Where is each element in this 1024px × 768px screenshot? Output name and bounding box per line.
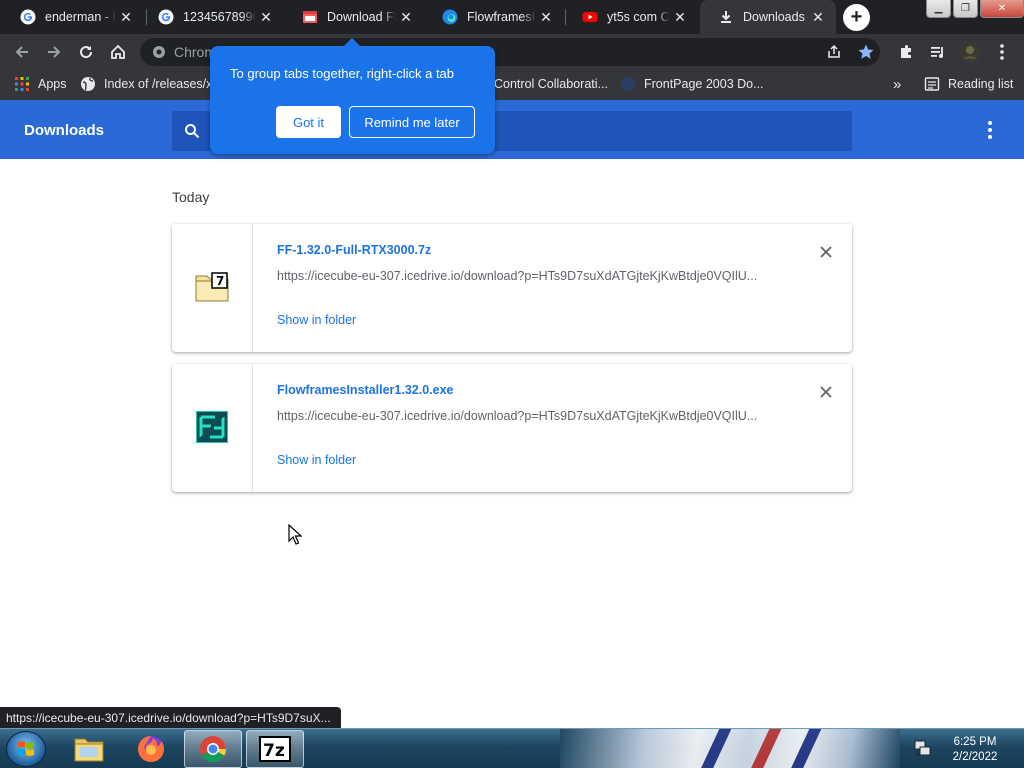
minimize-button[interactable]: ▁ bbox=[926, 0, 951, 18]
google-icon bbox=[20, 9, 36, 25]
tab-title: Download Flo bbox=[327, 10, 396, 24]
extensions-icon[interactable] bbox=[894, 40, 918, 64]
chrome-icon[interactable] bbox=[184, 730, 242, 768]
tab-title: yt5s com Cine bbox=[607, 10, 670, 24]
tab-title: Downloads bbox=[743, 10, 805, 24]
clock-date: 2/2/2022 bbox=[952, 751, 998, 763]
bookmark-index-releases[interactable]: Index of /releases/x... bbox=[80, 70, 223, 98]
media-control-icon[interactable] bbox=[926, 40, 950, 64]
reading-list-icon bbox=[924, 76, 940, 92]
more-options-icon[interactable] bbox=[980, 118, 1000, 142]
page-title: Downloads bbox=[24, 122, 105, 139]
window-controls: ▁ ❐ ✕ bbox=[924, 0, 1024, 18]
svg-text:7: 7 bbox=[216, 274, 224, 288]
got-it-button[interactable]: Got it bbox=[276, 106, 341, 138]
tab-downloads[interactable]: Downloads ✕ bbox=[700, 0, 836, 34]
youtube-icon bbox=[582, 9, 598, 25]
clock-time: 6:25 PM bbox=[953, 736, 997, 748]
close-tab-icon[interactable]: ✕ bbox=[536, 9, 556, 26]
chrome-site-icon bbox=[152, 45, 166, 59]
tab-yt5s[interactable]: yt5s com Cine ✕ bbox=[564, 0, 698, 34]
flowframes-app-icon bbox=[195, 409, 229, 446]
close-tab-icon[interactable]: ✕ bbox=[808, 9, 828, 26]
windows-taskbar: 7z 6:25 PM 2/2/2022 bbox=[0, 728, 1024, 768]
remove-download-icon[interactable] bbox=[816, 382, 836, 402]
remind-me-later-button[interactable]: Remind me later bbox=[349, 106, 475, 138]
tab-numbers[interactable]: 123456789901 ✕ bbox=[140, 0, 284, 34]
start-button[interactable] bbox=[6, 731, 46, 767]
date-section-heading: Today bbox=[172, 189, 210, 205]
tab-title: 123456789901 bbox=[183, 10, 256, 24]
store-icon bbox=[302, 9, 318, 25]
close-window-button[interactable]: ✕ bbox=[980, 0, 1024, 18]
restore-button[interactable]: ❐ bbox=[953, 0, 978, 18]
download-icon bbox=[718, 9, 734, 25]
file-icon-column: 7 bbox=[172, 224, 253, 352]
chrome-menu-icon[interactable] bbox=[990, 40, 1014, 64]
close-tab-icon[interactable]: ✕ bbox=[256, 9, 276, 26]
edge-icon bbox=[442, 9, 458, 25]
downloads-header: Downloads bbox=[0, 100, 1024, 159]
explorer-icon[interactable] bbox=[60, 730, 118, 768]
7z-archive-icon: 7 bbox=[195, 271, 229, 305]
bubble-arrow bbox=[344, 38, 360, 46]
bookmark-label: Apps bbox=[38, 77, 67, 91]
bookmarks-bar: Apps Index of /releases/x... Control Col… bbox=[0, 70, 1024, 100]
bookmark-label: Index of /releases/x... bbox=[104, 77, 223, 91]
search-icon bbox=[184, 123, 200, 139]
close-tab-icon[interactable]: ✕ bbox=[116, 9, 136, 26]
download-url[interactable]: https://icecube-eu-307.icedrive.io/downl… bbox=[277, 409, 777, 423]
bookmark-label: FrontPage 2003 Do... bbox=[644, 77, 764, 91]
file-name-link[interactable]: FlowframesInstaller1.32.0.exe bbox=[277, 383, 453, 397]
show-in-folder-link[interactable]: Show in folder bbox=[277, 453, 356, 467]
bookmark-control-collaboration[interactable]: Control Collaborati... bbox=[494, 70, 608, 98]
svg-text:7z: 7z bbox=[263, 741, 285, 761]
browser-toolbar: Chrom bbox=[0, 34, 1024, 70]
forward-icon[interactable] bbox=[42, 40, 66, 64]
bookmarks-overflow-button[interactable]: » bbox=[893, 70, 901, 98]
tab-title: FlowframesIn bbox=[467, 10, 536, 24]
share-icon[interactable] bbox=[822, 40, 846, 64]
firefox-icon[interactable] bbox=[122, 730, 180, 768]
network-icon[interactable] bbox=[914, 739, 932, 760]
bookmark-label: Reading list bbox=[948, 77, 1014, 91]
reading-list-button[interactable]: Reading list bbox=[924, 70, 1013, 98]
bookmark-frontpage[interactable]: FrontPage 2003 Do... bbox=[620, 70, 764, 98]
show-in-folder-link[interactable]: Show in folder bbox=[277, 313, 356, 327]
google-icon bbox=[158, 9, 174, 25]
link-status-bubble: https://icecube-eu-307.icedrive.io/downl… bbox=[0, 707, 341, 728]
tab-download-flowframes[interactable]: Download Flo ✕ bbox=[284, 0, 424, 34]
file-name-link[interactable]: FF-1.32.0-Full-RTX3000.7z bbox=[277, 243, 431, 257]
bookmark-star-icon[interactable] bbox=[854, 40, 878, 64]
downloads-list: Today 7 FF-1.32.0-Full-RTX3000.7z https:… bbox=[0, 159, 1024, 728]
tab-title: enderman - R bbox=[45, 10, 116, 24]
download-item: 7 FF-1.32.0-Full-RTX3000.7z https://icec… bbox=[172, 224, 852, 352]
remove-download-icon[interactable] bbox=[816, 242, 836, 262]
tab-enderman[interactable]: enderman - R ✕ bbox=[2, 0, 144, 34]
apps-grid-icon bbox=[14, 76, 30, 92]
wallpaper-strip bbox=[560, 729, 900, 768]
download-url[interactable]: https://icecube-eu-307.icedrive.io/downl… bbox=[277, 269, 777, 283]
new-tab-button[interactable]: + bbox=[843, 4, 870, 31]
bookmark-label: Control Collaborati... bbox=[494, 77, 608, 91]
tab-strip: enderman - R ✕ 123456789901 ✕ Download F… bbox=[0, 0, 1024, 34]
home-icon[interactable] bbox=[106, 40, 130, 64]
download-item: FlowframesInstaller1.32.0.exe https://ic… bbox=[172, 364, 852, 492]
tab-groups-promo-bubble: To group tabs together, right-click a ta… bbox=[210, 38, 495, 154]
frontpage-icon bbox=[620, 76, 636, 92]
tab-flowframes-installer[interactable]: FlowframesIn ✕ bbox=[424, 0, 564, 34]
close-tab-icon[interactable]: ✕ bbox=[396, 9, 416, 26]
7zip-icon[interactable]: 7z bbox=[246, 730, 304, 768]
reload-icon[interactable] bbox=[74, 40, 98, 64]
system-clock[interactable]: 6:25 PM 2/2/2022 bbox=[946, 735, 1004, 765]
file-icon-column bbox=[172, 364, 253, 492]
bookmark-apps[interactable]: Apps bbox=[14, 70, 67, 98]
close-tab-icon[interactable]: ✕ bbox=[670, 9, 690, 26]
back-icon[interactable] bbox=[10, 40, 34, 64]
globe-icon bbox=[80, 76, 96, 92]
promo-message: To group tabs together, right-click a ta… bbox=[230, 66, 455, 81]
mouse-cursor-icon bbox=[288, 523, 303, 546]
profile-avatar[interactable] bbox=[958, 40, 982, 64]
